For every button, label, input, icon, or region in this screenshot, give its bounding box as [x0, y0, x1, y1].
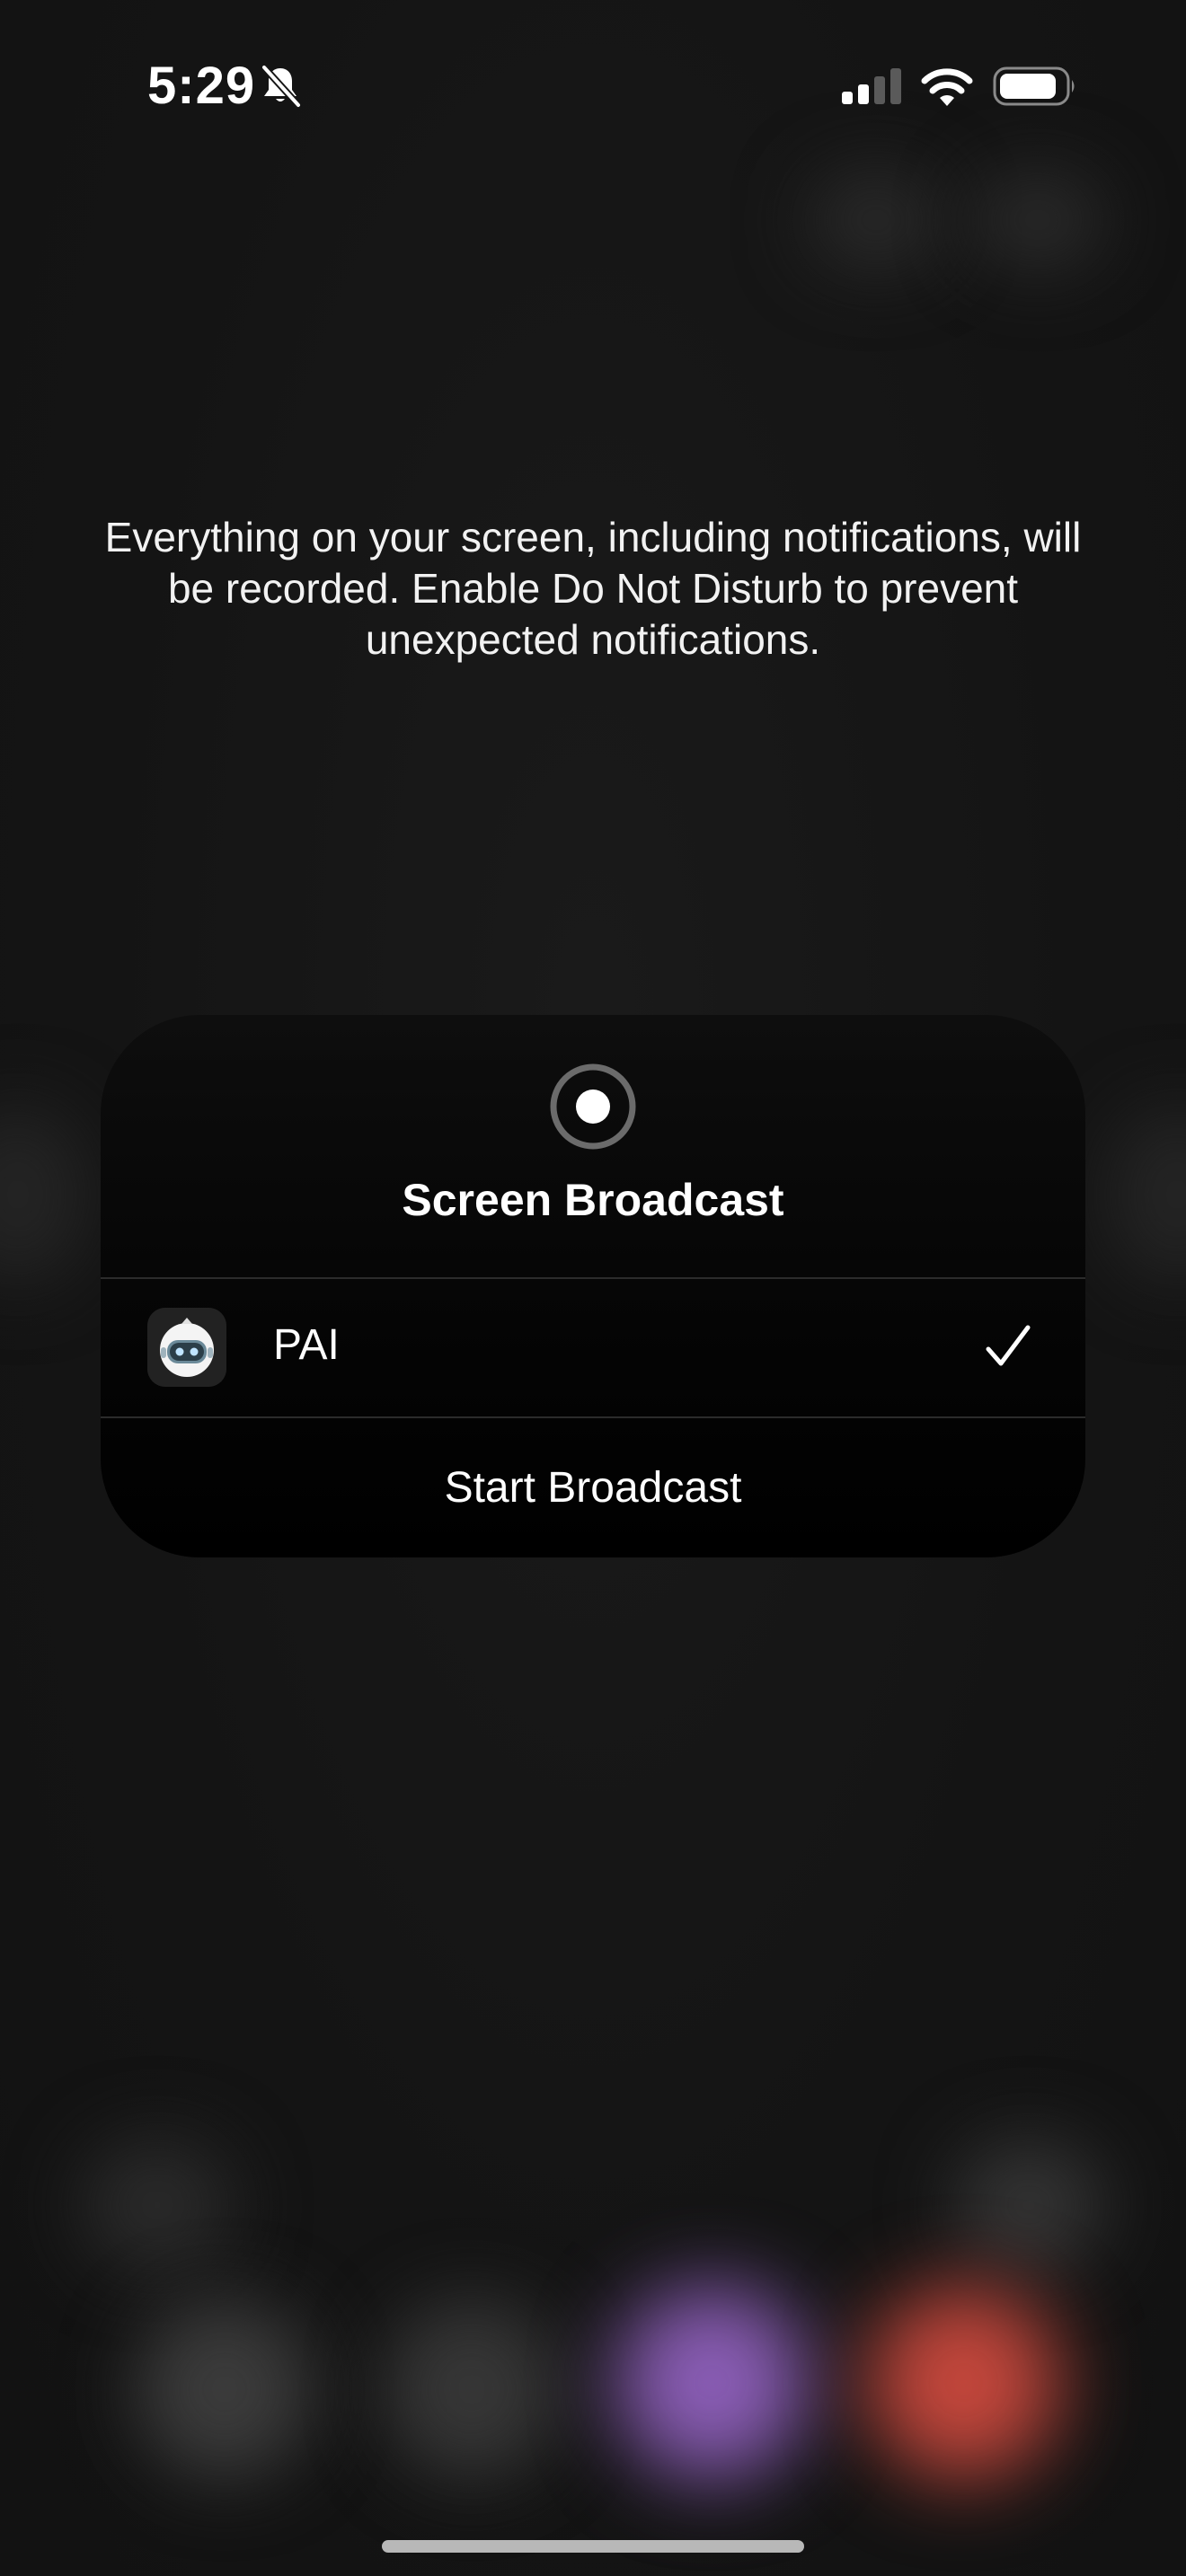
checkmark-icon [986, 1325, 1031, 1366]
blurred-widget [970, 171, 1105, 269]
blurred-widget [1105, 1105, 1186, 1284]
wifi-icon [921, 68, 973, 106]
app-option-pai[interactable]: PAI [101, 1279, 1085, 1416]
status-time: 5:29 [147, 57, 256, 115]
start-broadcast-button[interactable]: Start Broadcast [101, 1418, 1085, 1557]
blurred-dock-app [382, 2299, 562, 2479]
status-bar: 5:29 [0, 0, 1186, 171]
blurred-dock-app [135, 2299, 314, 2479]
screen-broadcast-screen: 5:29 Everything on your screen, includin… [0, 0, 1186, 2576]
blurred-app [81, 2138, 234, 2272]
battery-icon [993, 66, 1075, 106]
record-icon [550, 1063, 636, 1150]
recording-warning-text: Everything on your screen, including not… [104, 514, 1082, 663]
bell-slash-icon [261, 64, 302, 109]
blurred-dock-app [615, 2286, 809, 2479]
blurred-widget [0, 1105, 90, 1284]
sheet-title: Screen Broadcast [402, 1175, 784, 1225]
blurred-widget [809, 171, 943, 269]
cellular-signal-icon [842, 68, 901, 104]
home-indicator[interactable] [382, 2540, 804, 2553]
broadcast-sheet: Screen Broadcast PAI Start Broadcast [101, 1015, 1085, 1557]
blurred-dock-app [867, 2286, 1060, 2479]
sheet-header: Screen Broadcast [101, 1015, 1085, 1277]
app-option-label: PAI [273, 1321, 340, 1369]
robot-app-icon [147, 1308, 226, 1387]
blurred-app [952, 2138, 1105, 2272]
